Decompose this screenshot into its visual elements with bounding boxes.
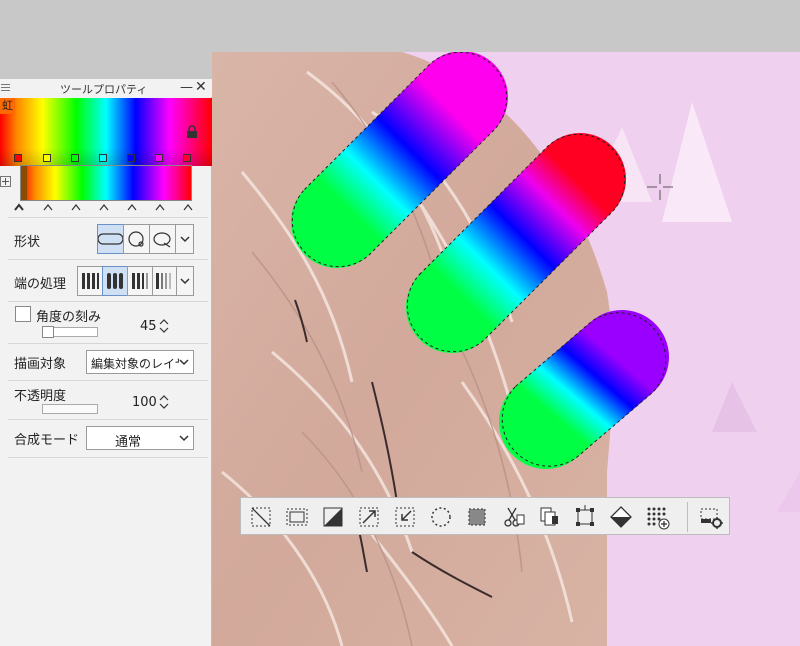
cut-paste-icon[interactable] [499,503,527,531]
tool-property-panel: ツールプロパティ — ✕ 虹 形状 端の処理 角度の刻み 45 描画対象 編集対… [0,79,212,646]
expand-selection-icon[interactable] [427,503,455,531]
opacity-stop-carets[interactable] [14,202,200,212]
color-stop[interactable] [71,154,79,162]
clear-outside-icon[interactable] [319,503,347,531]
opacity-label: 不透明度 [14,389,67,404]
divider [8,457,208,458]
divider [8,343,208,344]
blend-mode-select[interactable]: 通常 [86,426,194,450]
blend-mode-label: 合成モード [14,433,80,448]
cap-square-button[interactable] [127,266,153,296]
transform-icon[interactable] [571,503,599,531]
add-tone-icon[interactable] [643,503,671,531]
cap-dropdown[interactable] [176,266,194,296]
canvas-artwork [212,52,800,646]
cap-selector [77,266,194,296]
color-stop[interactable] [183,154,191,162]
color-stop[interactable] [155,154,163,162]
scale-rotate-icon[interactable] [355,503,383,531]
divider [8,259,208,260]
shape-selector [97,224,194,254]
invert-selection-icon[interactable] [283,503,311,531]
color-stop[interactable] [127,154,135,162]
cap-fade-button[interactable] [152,266,177,296]
cap-butt-icon [82,273,99,289]
blend-mode-value: 通常 [115,435,142,450]
target-value: 編集対象のレイヤー [91,357,179,371]
curve-icon [128,231,144,247]
opacity-slider[interactable] [42,404,98,414]
color-stop[interactable] [43,154,51,162]
drawing-canvas[interactable] [212,52,800,646]
opacity-spinner-icon[interactable] [159,395,169,409]
shape-label: 形状 [14,235,41,250]
polyline-icon [153,232,171,248]
chevron-down-icon [179,359,189,366]
shape-straight-button[interactable] [97,224,124,254]
shape-curve-button[interactable] [123,224,150,254]
copy-paste-icon[interactable] [535,503,563,531]
cap-butt-button[interactable] [77,266,103,296]
chevron-down-icon [180,278,190,285]
divider [8,380,208,381]
lock-icon[interactable] [185,125,199,139]
minimize-icon[interactable]: — [180,80,193,95]
color-stop[interactable] [14,154,22,162]
cap-round-icon [107,273,123,289]
color-stop[interactable] [99,154,107,162]
selection-launcher-toolbar [240,497,730,535]
target-select[interactable]: 編集対象のレイヤー [86,350,194,374]
selection-layer-icon[interactable] [463,503,491,531]
deselect-icon[interactable] [247,503,275,531]
add-stop-icon[interactable] [0,176,11,187]
cap-fade-icon [156,273,171,289]
app-top-bar [0,0,800,52]
gradient-set-name: 虹 [0,98,15,114]
opacity-value[interactable]: 100 [132,395,157,410]
chevron-down-icon [180,236,190,243]
cap-square-icon [132,273,148,289]
shrink-selection-icon[interactable] [391,503,419,531]
angle-slider-handle[interactable] [42,326,54,338]
cap-label: 端の処理 [14,277,67,292]
divider [8,419,208,420]
shape-dropdown[interactable] [175,224,194,254]
angle-spinner-icon[interactable] [159,319,169,333]
toolbar-separator [687,502,688,532]
toolbar-settings-icon[interactable] [697,503,725,531]
divider [8,217,208,218]
angle-snap-checkbox[interactable] [15,306,31,322]
panel-header: ツールプロパティ — ✕ [0,79,212,97]
straight-line-icon [97,233,124,245]
target-label: 描画対象 [14,357,67,372]
gradient-color-stops [14,154,200,164]
chevron-down-icon [179,435,189,442]
gradient-editor-bar[interactable] [20,165,192,201]
shape-polyline-button[interactable] [149,224,176,254]
fill-icon[interactable] [607,503,635,531]
panel-menu-icon[interactable] [1,82,10,92]
panel-title: ツールプロパティ [60,83,148,96]
cap-round-button[interactable] [102,266,128,296]
angle-value[interactable]: 45 [140,319,157,334]
close-icon[interactable]: ✕ [195,79,207,95]
divider [8,301,208,302]
angle-label: 角度の刻み [36,310,102,325]
